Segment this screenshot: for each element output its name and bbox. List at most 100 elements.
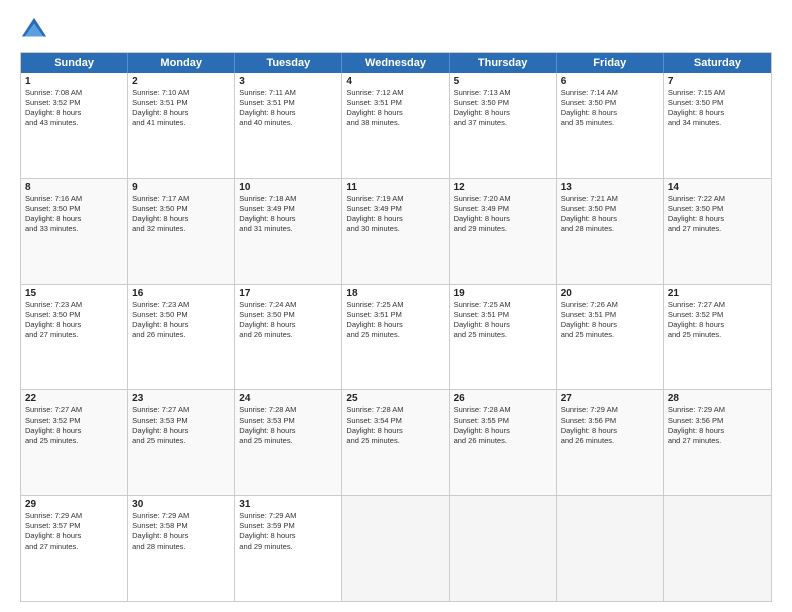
day-number: 8 [25,182,123,193]
day-cell-2: 2Sunrise: 7:10 AMSunset: 3:51 PMDaylight… [128,73,235,178]
day-number: 10 [239,182,337,193]
cell-details: Sunrise: 7:29 AMSunset: 3:56 PMDaylight:… [561,405,659,446]
cell-details: Sunrise: 7:15 AMSunset: 3:50 PMDaylight:… [668,88,767,129]
day-cell-28: 28Sunrise: 7:29 AMSunset: 3:56 PMDayligh… [664,390,771,495]
cell-details: Sunrise: 7:29 AMSunset: 3:56 PMDaylight:… [668,405,767,446]
cell-details: Sunrise: 7:12 AMSunset: 3:51 PMDaylight:… [346,88,444,129]
cell-details: Sunrise: 7:13 AMSunset: 3:50 PMDaylight:… [454,88,552,129]
day-cell-10: 10Sunrise: 7:18 AMSunset: 3:49 PMDayligh… [235,179,342,284]
day-number: 12 [454,182,552,193]
day-cell-31: 31Sunrise: 7:29 AMSunset: 3:59 PMDayligh… [235,496,342,601]
calendar-header-row: SundayMondayTuesdayWednesdayThursdayFrid… [21,53,771,73]
cell-details: Sunrise: 7:23 AMSunset: 3:50 PMDaylight:… [132,300,230,341]
header-day-thursday: Thursday [450,53,557,73]
cell-details: Sunrise: 7:10 AMSunset: 3:51 PMDaylight:… [132,88,230,129]
day-cell-6: 6Sunrise: 7:14 AMSunset: 3:50 PMDaylight… [557,73,664,178]
day-cell-15: 15Sunrise: 7:23 AMSunset: 3:50 PMDayligh… [21,285,128,390]
cell-details: Sunrise: 7:16 AMSunset: 3:50 PMDaylight:… [25,194,123,235]
day-number: 28 [668,393,767,404]
cell-details: Sunrise: 7:17 AMSunset: 3:50 PMDaylight:… [132,194,230,235]
day-number: 25 [346,393,444,404]
day-number: 29 [25,499,123,510]
day-number: 11 [346,182,444,193]
logo [20,16,52,44]
day-number: 15 [25,288,123,299]
cell-details: Sunrise: 7:18 AMSunset: 3:49 PMDaylight:… [239,194,337,235]
day-number: 27 [561,393,659,404]
day-cell-14: 14Sunrise: 7:22 AMSunset: 3:50 PMDayligh… [664,179,771,284]
calendar-body: 1Sunrise: 7:08 AMSunset: 3:52 PMDaylight… [21,73,771,601]
day-cell-5: 5Sunrise: 7:13 AMSunset: 3:50 PMDaylight… [450,73,557,178]
day-number: 14 [668,182,767,193]
day-number: 5 [454,76,552,87]
day-number: 1 [25,76,123,87]
calendar-page: SundayMondayTuesdayWednesdayThursdayFrid… [0,0,792,612]
empty-cell [342,496,449,601]
day-number: 6 [561,76,659,87]
day-number: 13 [561,182,659,193]
day-cell-26: 26Sunrise: 7:28 AMSunset: 3:55 PMDayligh… [450,390,557,495]
day-cell-16: 16Sunrise: 7:23 AMSunset: 3:50 PMDayligh… [128,285,235,390]
day-cell-17: 17Sunrise: 7:24 AMSunset: 3:50 PMDayligh… [235,285,342,390]
cell-details: Sunrise: 7:22 AMSunset: 3:50 PMDaylight:… [668,194,767,235]
day-cell-22: 22Sunrise: 7:27 AMSunset: 3:52 PMDayligh… [21,390,128,495]
cell-details: Sunrise: 7:29 AMSunset: 3:57 PMDaylight:… [25,511,123,552]
calendar-week-4: 22Sunrise: 7:27 AMSunset: 3:52 PMDayligh… [21,389,771,495]
day-number: 21 [668,288,767,299]
day-cell-3: 3Sunrise: 7:11 AMSunset: 3:51 PMDaylight… [235,73,342,178]
day-cell-21: 21Sunrise: 7:27 AMSunset: 3:52 PMDayligh… [664,285,771,390]
day-cell-8: 8Sunrise: 7:16 AMSunset: 3:50 PMDaylight… [21,179,128,284]
day-cell-20: 20Sunrise: 7:26 AMSunset: 3:51 PMDayligh… [557,285,664,390]
cell-details: Sunrise: 7:28 AMSunset: 3:54 PMDaylight:… [346,405,444,446]
day-cell-19: 19Sunrise: 7:25 AMSunset: 3:51 PMDayligh… [450,285,557,390]
header-day-tuesday: Tuesday [235,53,342,73]
day-cell-7: 7Sunrise: 7:15 AMSunset: 3:50 PMDaylight… [664,73,771,178]
day-number: 26 [454,393,552,404]
cell-details: Sunrise: 7:28 AMSunset: 3:55 PMDaylight:… [454,405,552,446]
day-number: 3 [239,76,337,87]
header-day-friday: Friday [557,53,664,73]
cell-details: Sunrise: 7:27 AMSunset: 3:52 PMDaylight:… [25,405,123,446]
day-number: 24 [239,393,337,404]
cell-details: Sunrise: 7:20 AMSunset: 3:49 PMDaylight:… [454,194,552,235]
header-day-wednesday: Wednesday [342,53,449,73]
day-number: 20 [561,288,659,299]
cell-details: Sunrise: 7:28 AMSunset: 3:53 PMDaylight:… [239,405,337,446]
cell-details: Sunrise: 7:23 AMSunset: 3:50 PMDaylight:… [25,300,123,341]
empty-cell [664,496,771,601]
day-cell-29: 29Sunrise: 7:29 AMSunset: 3:57 PMDayligh… [21,496,128,601]
day-number: 30 [132,499,230,510]
day-number: 18 [346,288,444,299]
header-day-sunday: Sunday [21,53,128,73]
calendar-week-5: 29Sunrise: 7:29 AMSunset: 3:57 PMDayligh… [21,495,771,601]
header [20,16,772,44]
day-cell-4: 4Sunrise: 7:12 AMSunset: 3:51 PMDaylight… [342,73,449,178]
day-number: 17 [239,288,337,299]
day-cell-30: 30Sunrise: 7:29 AMSunset: 3:58 PMDayligh… [128,496,235,601]
day-number: 2 [132,76,230,87]
day-number: 22 [25,393,123,404]
day-cell-25: 25Sunrise: 7:28 AMSunset: 3:54 PMDayligh… [342,390,449,495]
cell-details: Sunrise: 7:27 AMSunset: 3:52 PMDaylight:… [668,300,767,341]
header-day-saturday: Saturday [664,53,771,73]
day-cell-13: 13Sunrise: 7:21 AMSunset: 3:50 PMDayligh… [557,179,664,284]
calendar-week-1: 1Sunrise: 7:08 AMSunset: 3:52 PMDaylight… [21,73,771,178]
day-cell-18: 18Sunrise: 7:25 AMSunset: 3:51 PMDayligh… [342,285,449,390]
day-number: 31 [239,499,337,510]
cell-details: Sunrise: 7:14 AMSunset: 3:50 PMDaylight:… [561,88,659,129]
day-number: 16 [132,288,230,299]
calendar-week-2: 8Sunrise: 7:16 AMSunset: 3:50 PMDaylight… [21,178,771,284]
calendar-week-3: 15Sunrise: 7:23 AMSunset: 3:50 PMDayligh… [21,284,771,390]
empty-cell [557,496,664,601]
cell-details: Sunrise: 7:25 AMSunset: 3:51 PMDaylight:… [346,300,444,341]
day-cell-11: 11Sunrise: 7:19 AMSunset: 3:49 PMDayligh… [342,179,449,284]
calendar: SundayMondayTuesdayWednesdayThursdayFrid… [20,52,772,602]
cell-details: Sunrise: 7:11 AMSunset: 3:51 PMDaylight:… [239,88,337,129]
cell-details: Sunrise: 7:08 AMSunset: 3:52 PMDaylight:… [25,88,123,129]
day-number: 9 [132,182,230,193]
day-cell-9: 9Sunrise: 7:17 AMSunset: 3:50 PMDaylight… [128,179,235,284]
header-day-monday: Monday [128,53,235,73]
cell-details: Sunrise: 7:29 AMSunset: 3:59 PMDaylight:… [239,511,337,552]
empty-cell [450,496,557,601]
cell-details: Sunrise: 7:19 AMSunset: 3:49 PMDaylight:… [346,194,444,235]
